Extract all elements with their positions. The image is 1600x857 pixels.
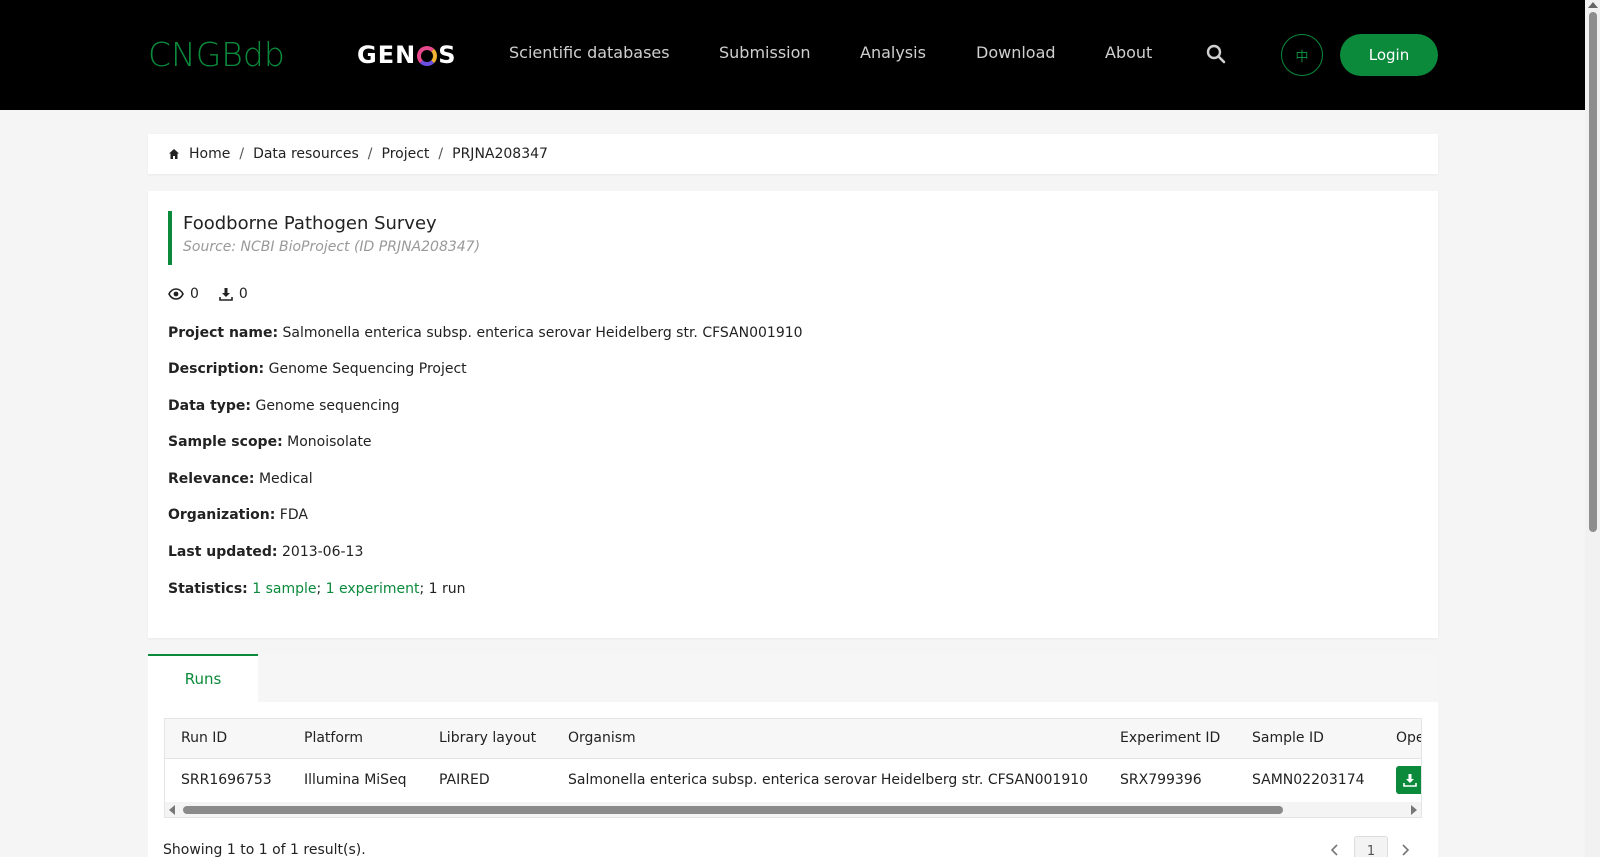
breadcrumb-data-resources[interactable]: Data resources <box>253 146 359 162</box>
genos-logo-text-left: GEN <box>357 41 417 69</box>
runs-table: Run ID Platform Library layout Organism … <box>164 718 1422 818</box>
column-header-run-id[interactable]: Run ID <box>181 730 227 746</box>
cngbdb-logo[interactable]: CNGBdb <box>148 37 308 73</box>
downloads-counter: 0 <box>219 286 248 302</box>
cngbdb-logo-graphic: CNGBdb <box>148 37 285 73</box>
column-header-organism[interactable]: Organism <box>568 730 636 746</box>
field-relevance: Relevance: Medical <box>168 471 313 487</box>
breadcrumb-separator: / <box>367 146 373 162</box>
page-scrollbar-thumb[interactable] <box>1589 12 1597 532</box>
column-header-platform[interactable]: Platform <box>304 730 363 746</box>
tabs-header: Runs <box>148 654 1438 702</box>
column-header-experiment-id[interactable]: Experiment ID <box>1120 730 1220 746</box>
platform-cell: Illumina MiSeq <box>304 772 407 788</box>
top-navbar: CNGBdb GEN S Scientific databases Submis… <box>0 0 1585 110</box>
table-horizontal-scrollbar[interactable] <box>165 802 1421 817</box>
scrollbar-thumb[interactable] <box>183 806 1283 814</box>
pagination-prev-icon[interactable] <box>1330 844 1340 857</box>
scroll-right-arrow-icon[interactable] <box>1411 805 1417 815</box>
field-data-type: Data type: Genome sequencing <box>168 398 400 414</box>
project-title-block: Foodborne Pathogen Survey Source: NCBI B… <box>168 211 480 265</box>
page-title: Foodborne Pathogen Survey <box>183 213 437 234</box>
breadcrumb: Home / Data resources / Project / PRJNA2… <box>148 134 1438 174</box>
genos-logo-text-right: S <box>438 41 457 69</box>
experiments-link[interactable]: 1 experiment <box>326 581 420 597</box>
genos-logo[interactable]: GEN S <box>357 40 456 70</box>
field-organization: Organization: FDA <box>168 507 308 523</box>
views-counter: 0 <box>168 286 199 302</box>
nav-download[interactable]: Download <box>976 43 1056 62</box>
organism-link[interactable]: Salmonella enterica subsp. enterica sero… <box>568 772 1088 788</box>
project-source: Source: NCBI BioProject (ID PRJNA208347) <box>183 239 481 255</box>
tab-runs[interactable]: Runs <box>148 654 258 702</box>
pagination-next-icon[interactable] <box>1400 844 1410 857</box>
column-header-operation: Ope <box>1396 730 1422 746</box>
nav-submission[interactable]: Submission <box>719 43 811 62</box>
genos-logo-ring-icon <box>417 46 438 66</box>
breadcrumb-home[interactable]: Home <box>189 146 230 162</box>
breadcrumb-separator: / <box>438 146 444 162</box>
nav-scientific-databases[interactable]: Scientific databases <box>509 43 670 62</box>
field-sample-scope: Sample scope: Monoisolate <box>168 434 372 450</box>
download-icon <box>1403 774 1417 787</box>
breadcrumb-current: PRJNA208347 <box>452 146 548 162</box>
library-layout-cell: PAIRED <box>439 772 490 788</box>
experiment-id-link[interactable]: SRX799396 <box>1120 772 1202 788</box>
run-id-link[interactable]: SRR1696753 <box>181 772 272 788</box>
field-description: Description: Genome Sequencing Project <box>168 361 467 377</box>
scroll-left-arrow-icon[interactable] <box>169 805 175 815</box>
project-counters: 0 0 <box>168 286 268 302</box>
downloads-count: 0 <box>238 286 248 302</box>
search-icon[interactable] <box>1206 44 1228 66</box>
column-header-sample-id[interactable]: Sample ID <box>1252 730 1324 746</box>
pagination-page-button[interactable]: 1 <box>1354 836 1388 857</box>
table-header: Run ID Platform Library layout Organism … <box>165 719 1421 759</box>
language-toggle-button[interactable]: 中 <box>1281 34 1323 76</box>
runs-section: Runs Run ID Platform Library layout Orga… <box>148 654 1438 857</box>
field-statistics: Statistics: 1 sample; 1 experiment; 1 ru… <box>168 581 466 597</box>
samples-link[interactable]: 1 sample <box>252 581 316 597</box>
nav-about[interactable]: About <box>1105 43 1152 62</box>
field-project-name: Project name: Salmonella enterica subsp.… <box>168 325 803 341</box>
scroll-up-arrow-icon[interactable] <box>1588 2 1598 8</box>
eye-icon <box>168 288 184 300</box>
svg-text:CNGBdb: CNGBdb <box>148 37 285 73</box>
download-icon <box>219 288 233 301</box>
breadcrumb-separator: / <box>239 146 245 162</box>
results-summary: Showing 1 to 1 of 1 result(s). <box>163 842 366 857</box>
runs-count: ; 1 run <box>419 581 466 597</box>
views-count: 0 <box>190 286 199 302</box>
login-button[interactable]: Login <box>1340 34 1438 76</box>
field-last-updated: Last updated: 2013-06-13 <box>168 544 364 560</box>
breadcrumb-project[interactable]: Project <box>382 146 430 162</box>
page-vertical-scrollbar[interactable] <box>1585 0 1600 857</box>
sample-id-link[interactable]: SAMN02203174 <box>1252 772 1365 788</box>
project-detail-card: Foodborne Pathogen Survey Source: NCBI B… <box>148 191 1438 638</box>
nav-analysis[interactable]: Analysis <box>860 43 926 62</box>
home-icon <box>169 149 179 159</box>
download-run-button[interactable] <box>1396 766 1421 794</box>
column-header-library-layout[interactable]: Library layout <box>439 730 536 746</box>
